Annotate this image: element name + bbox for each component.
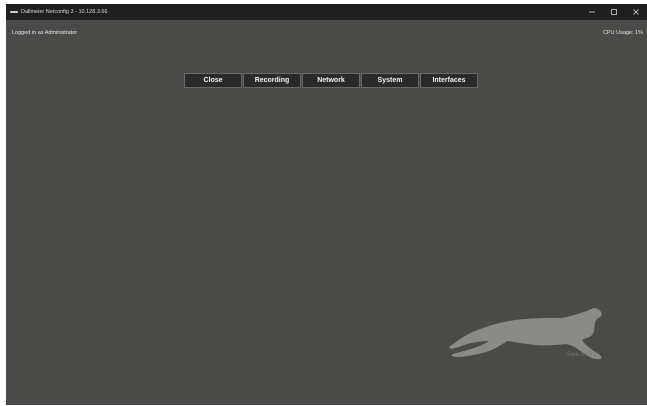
close-window-button[interactable]	[625, 4, 647, 20]
recording-button[interactable]: Recording	[243, 73, 301, 88]
minimize-icon	[589, 11, 595, 13]
window-title: Dallmeier Netconfig 3 - 10.128.3.66	[21, 9, 108, 15]
title-bar[interactable]: Dallmeier Netconfig 3 - 10.128.3.66	[6, 4, 647, 20]
brand-tagline: See more.	[567, 351, 599, 358]
login-status: Logged in as Administrator	[12, 30, 78, 36]
cpu-usage: CPU Usage: 1%	[602, 30, 643, 36]
minimize-button[interactable]	[581, 4, 603, 20]
window-controls	[581, 4, 647, 20]
app-window: Dallmeier Netconfig 3 - 10.128.3.66 Logg…	[6, 4, 647, 405]
interfaces-button[interactable]: Interfaces	[420, 73, 478, 88]
maximize-button[interactable]	[603, 4, 625, 20]
maximize-icon	[611, 9, 617, 15]
system-button[interactable]: System	[361, 73, 419, 88]
close-button[interactable]: Close	[184, 73, 242, 88]
app-icon	[10, 11, 18, 13]
close-icon	[633, 9, 639, 15]
main-menu: Close Recording Network System Interface…	[184, 73, 478, 88]
network-button[interactable]: Network	[302, 73, 360, 88]
